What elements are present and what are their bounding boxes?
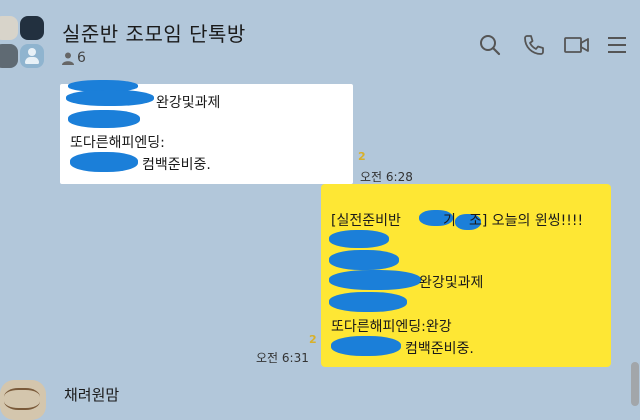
unread-count: 2 xyxy=(309,333,317,346)
message-line: 완강및과제 xyxy=(419,275,484,291)
message-time: 오전 6:31 xyxy=(256,351,309,365)
menu-icon[interactable] xyxy=(606,34,628,56)
member-avatar xyxy=(0,44,18,68)
message-line: 컴백준비중. xyxy=(405,341,474,357)
message-line: 또다른해피엔딩: xyxy=(70,135,165,151)
sender-name: 채려원맘 xyxy=(64,386,120,404)
outgoing-message-bubble[interactable]: [실전준비반 기 조] 오늘의 윈씽!!!! 완강및과제 또다른해피엔딩:완강 … xyxy=(321,184,611,367)
chat-header: 실준반 조모임 단톡방 6 xyxy=(0,0,640,78)
sender-avatar[interactable] xyxy=(0,380,46,420)
message-line: 또다른해피엔딩:완강 xyxy=(331,319,452,335)
redaction-mark xyxy=(329,270,421,290)
member-count-value: 6 xyxy=(77,50,86,66)
member-count[interactable]: 6 xyxy=(62,50,86,66)
redaction-mark xyxy=(329,230,389,248)
redaction-mark xyxy=(70,152,138,172)
redaction-mark xyxy=(329,250,399,270)
scrollbar[interactable] xyxy=(631,362,639,406)
redaction-mark xyxy=(331,336,401,356)
video-call-icon[interactable] xyxy=(564,34,590,56)
incoming-message-bubble[interactable]: 완강및과제 또다른해피엔딩: 컴백준비중. xyxy=(60,80,353,184)
redaction-mark xyxy=(66,90,154,106)
message-line: 기 xyxy=(443,213,456,229)
member-avatar xyxy=(0,16,18,40)
search-icon[interactable] xyxy=(479,34,501,56)
call-icon[interactable] xyxy=(523,34,545,56)
chat-title: 실준반 조모임 단톡방 xyxy=(62,22,246,46)
message-line: 조] 오늘의 윈씽!!!! xyxy=(469,213,584,229)
member-avatar xyxy=(20,44,44,68)
member-avatar xyxy=(20,16,44,40)
person-icon xyxy=(62,52,74,65)
message-line: [실전준비반 xyxy=(331,213,401,229)
message-line: 컴백준비중. xyxy=(142,157,211,173)
group-avatar[interactable] xyxy=(0,14,48,70)
message-line: 완강및과제 xyxy=(156,95,221,111)
message-time: 오전 6:28 xyxy=(360,170,413,184)
unread-count: 2 xyxy=(358,150,366,163)
redaction-mark xyxy=(68,110,140,128)
redaction-mark xyxy=(329,292,407,312)
